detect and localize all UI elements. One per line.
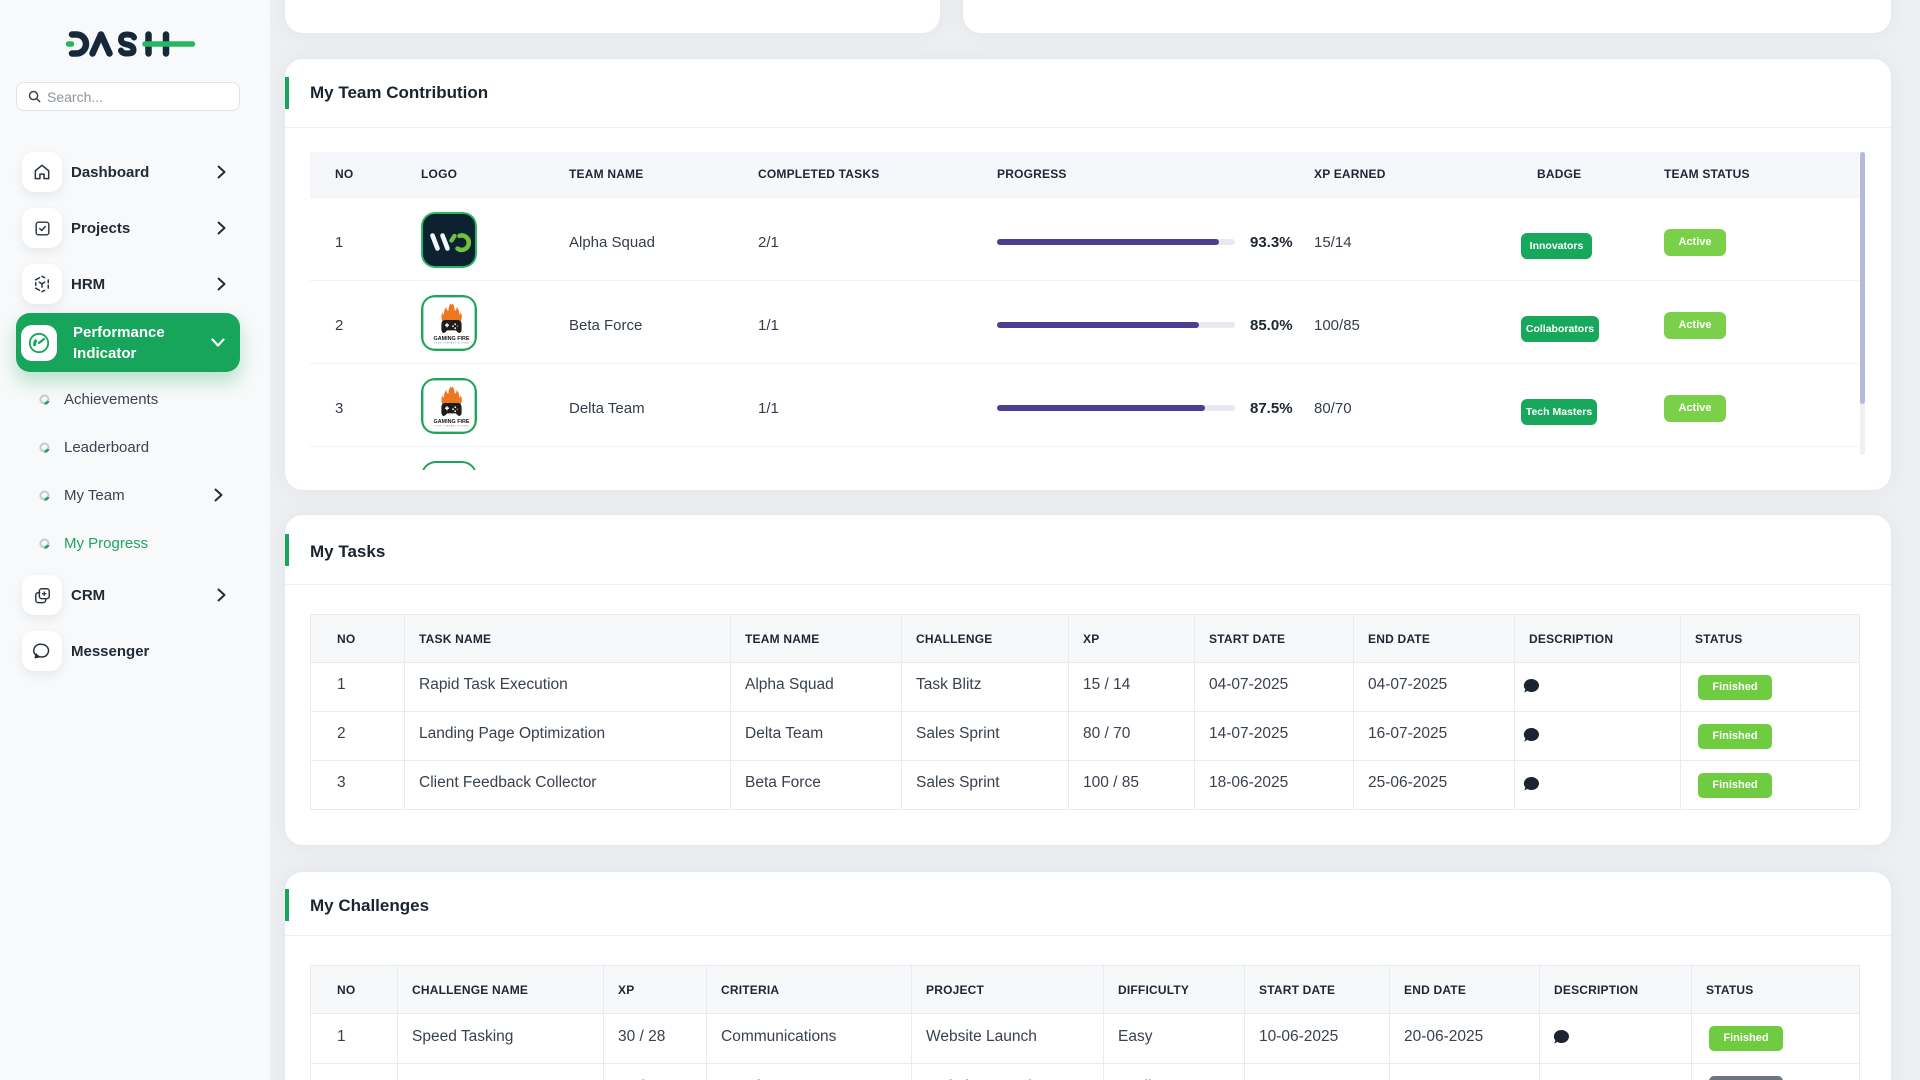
svg-text:YOUR COMPANY SLOGAN: YOUR COMPANY SLOGAN [434, 342, 469, 345]
svg-text:GAMING FIRE: GAMING FIRE [434, 336, 470, 342]
svg-text:GAMING FIRE: GAMING FIRE [434, 419, 470, 425]
svg-text:YOUR COMPANY SLOGAN: YOUR COMPANY SLOGAN [434, 425, 469, 428]
